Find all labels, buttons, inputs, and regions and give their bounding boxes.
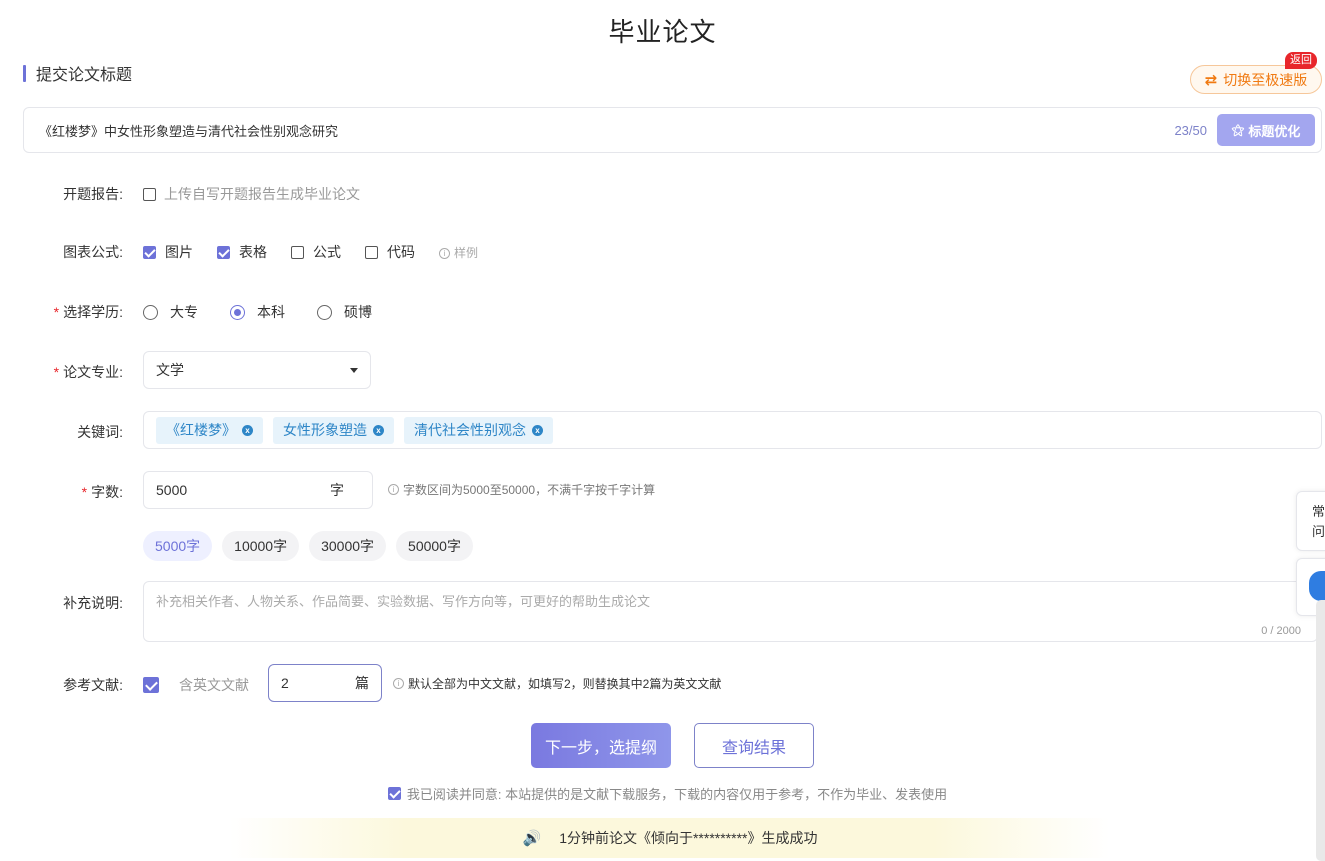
references-checkbox[interactable] — [143, 677, 159, 693]
references-unit: 篇 — [355, 675, 369, 691]
agreement-text: 我已阅读并同意: 本站提供的是文献下载服务，下载的内容仅用于参考，不作为毕业、发… — [406, 787, 948, 802]
charts-label: 图表公式: — [63, 244, 123, 260]
references-option[interactable]: 含英文文献 — [143, 675, 249, 695]
degree-label-text: 选择学历: — [63, 304, 123, 320]
charts-option-label: 代码 — [387, 244, 415, 260]
keywords-label: 关键词: — [77, 424, 123, 440]
major-label: * 论文专业: — [3, 362, 123, 382]
switch-label: 切换至极速版 — [1223, 71, 1308, 88]
notes-char-count: 0 / 2000 — [1261, 625, 1301, 637]
close-icon[interactable]: x — [532, 424, 543, 436]
words-input[interactable]: 5000 字 — [143, 471, 373, 509]
keyword-tag: 《红楼梦》 x — [156, 416, 263, 444]
keyword-tag-label: 清代社会性别观念 — [414, 422, 526, 438]
keywords-input[interactable]: 《红楼梦》 x 女性形象塑造 x 清代社会性别观念 x — [143, 411, 1322, 449]
references-checkbox-label: 含英文文献 — [179, 677, 249, 693]
close-icon[interactable]: x — [373, 424, 384, 436]
degree-radio-junior[interactable] — [143, 304, 158, 320]
degree-label: * 选择学历: — [3, 302, 123, 322]
words-hint: i 字数区间为5000至50000，不满千字按千字计算 — [388, 481, 655, 498]
major-label-text: 论文专业: — [63, 364, 123, 380]
degree-radio-bachelor[interactable] — [230, 304, 245, 320]
charts-options: 图片 表格 公式 代码 i 样例 — [143, 242, 478, 262]
charts-checkbox-formula[interactable] — [291, 245, 304, 259]
degree-radio-master[interactable] — [317, 304, 332, 320]
degree-option-label: 大专 — [170, 304, 198, 320]
proposal-option[interactable]: 上传自写开题报告生成毕业论文 — [143, 184, 360, 204]
title-optimize-button[interactable]: ⚝ 标题优化 — [1217, 114, 1315, 146]
info-icon: i — [439, 247, 450, 259]
sample-label: 样例 — [454, 245, 479, 260]
title-value: 《红楼梦》中女性形象塑造与清代社会性别观念研究 — [39, 123, 339, 139]
back-badge[interactable]: 返回 — [1285, 52, 1317, 69]
notes-textarea[interactable]: 补充相关作者、人物关系、作品简要、实验数据、写作方向等，可更好的帮助生成论文 0… — [143, 581, 1318, 642]
proposal-checkbox-label: 上传自写开题报告生成毕业论文 — [164, 186, 360, 202]
title-input[interactable]: 《红楼梦》中女性形象塑造与清代社会性别观念研究 23/50 ⚝ 标题优化 — [23, 107, 1322, 153]
degree-option-label: 本科 — [257, 304, 285, 320]
charts-checkbox-image[interactable] — [143, 245, 156, 259]
charts-option-label: 公式 — [313, 244, 341, 260]
words-preset-chip[interactable]: 5000字 — [143, 531, 213, 561]
agreement-checkbox[interactable] — [387, 787, 401, 800]
section-bar — [23, 64, 26, 82]
degree-option-label: 硕博 — [344, 304, 372, 320]
degree-options: 大专 本科 硕博 — [143, 302, 372, 322]
references-value: 2 — [281, 675, 289, 691]
query-result-button[interactable]: 查询结果 — [694, 723, 814, 768]
keyword-tag: 女性形象塑造 x — [273, 416, 394, 444]
sample-link[interactable]: i 样例 — [439, 244, 478, 261]
charts-checkbox-table[interactable] — [217, 245, 230, 259]
words-value: 5000 — [156, 482, 188, 498]
words-label-text: 字数: — [91, 484, 123, 500]
words-hint-text: 字数区间为5000至50000，不满千字按千字计算 — [403, 483, 656, 497]
references-hint: i 默认全部为中文文献，如填写2，则替换其中2篇为英文文献 — [393, 675, 721, 692]
customer-service-avatar-icon — [1309, 571, 1325, 601]
section-title: 提交论文标题 — [23, 63, 133, 84]
words-unit: 字 — [330, 482, 344, 498]
charts-option-label: 表格 — [239, 244, 267, 260]
faq-label-line1: 常 — [1312, 504, 1325, 519]
references-count-input[interactable]: 2 篇 — [268, 664, 382, 702]
faq-float-button[interactable]: 常 问 — [1296, 491, 1325, 551]
swap-icon: ⇄ — [1204, 71, 1218, 89]
words-label: * 字数: — [3, 482, 123, 502]
proposal-label: 开题报告: — [63, 186, 123, 202]
required-mark: * — [53, 364, 60, 380]
proposal-checkbox[interactable] — [143, 187, 156, 201]
required-mark: * — [81, 484, 88, 500]
info-icon: i — [393, 678, 404, 689]
switch-fast-mode-button[interactable]: ⇄ 切换至极速版 — [1190, 65, 1322, 94]
major-select[interactable]: 文学 — [143, 351, 371, 389]
keyword-tag-label: 女性形象塑造 — [283, 422, 367, 438]
words-preset-chip[interactable]: 50000字 — [396, 531, 473, 561]
notes-label: 补充说明: — [63, 595, 123, 611]
required-mark: * — [53, 304, 60, 320]
references-label: 参考文献: — [63, 677, 123, 693]
side-scrollbar[interactable] — [1316, 600, 1325, 861]
faq-label-line2: 问 — [1312, 524, 1325, 539]
agreement: 我已阅读并同意: 本站提供的是文献下载服务，下载的内容仅用于参考，不作为毕业、发… — [0, 784, 1325, 803]
references-hint-text: 默认全部为中文文献，如填写2，则替换其中2篇为英文文献 — [408, 677, 722, 691]
keyword-tag: 清代社会性别观念 x — [404, 416, 553, 444]
words-presets: 5000字 10000字 30000字 50000字 — [143, 531, 473, 561]
title-char-count: 23/50 — [1174, 122, 1207, 138]
speaker-icon: 🔊 — [522, 830, 542, 847]
major-value: 文学 — [156, 362, 184, 378]
next-step-button[interactable]: 下一步，选提纲 — [531, 723, 671, 768]
charts-checkbox-code[interactable] — [365, 245, 378, 259]
notice-text: 1分钟前论文《倾向于**********》生成成功 — [559, 830, 818, 846]
close-icon[interactable]: x — [242, 424, 253, 436]
title-optimize-label: 标题优化 — [1248, 123, 1301, 139]
page-title: 毕业论文 — [608, 17, 717, 47]
section-title-text: 提交论文标题 — [36, 67, 133, 84]
notice-bar: 🔊 1分钟前论文《倾向于**********》生成成功 — [230, 818, 1110, 858]
sparkle-icon: ⚝ — [1231, 122, 1245, 137]
words-preset-chip[interactable]: 10000字 — [222, 531, 300, 561]
charts-option-label: 图片 — [165, 244, 193, 260]
info-icon: i — [388, 484, 399, 495]
notes-placeholder: 补充相关作者、人物关系、作品简要、实验数据、写作方向等，可更好的帮助生成论文 — [156, 594, 651, 609]
keyword-tag-label: 《红楼梦》 — [166, 422, 236, 438]
caret-down-icon — [350, 367, 358, 373]
words-preset-chip[interactable]: 30000字 — [309, 531, 387, 561]
